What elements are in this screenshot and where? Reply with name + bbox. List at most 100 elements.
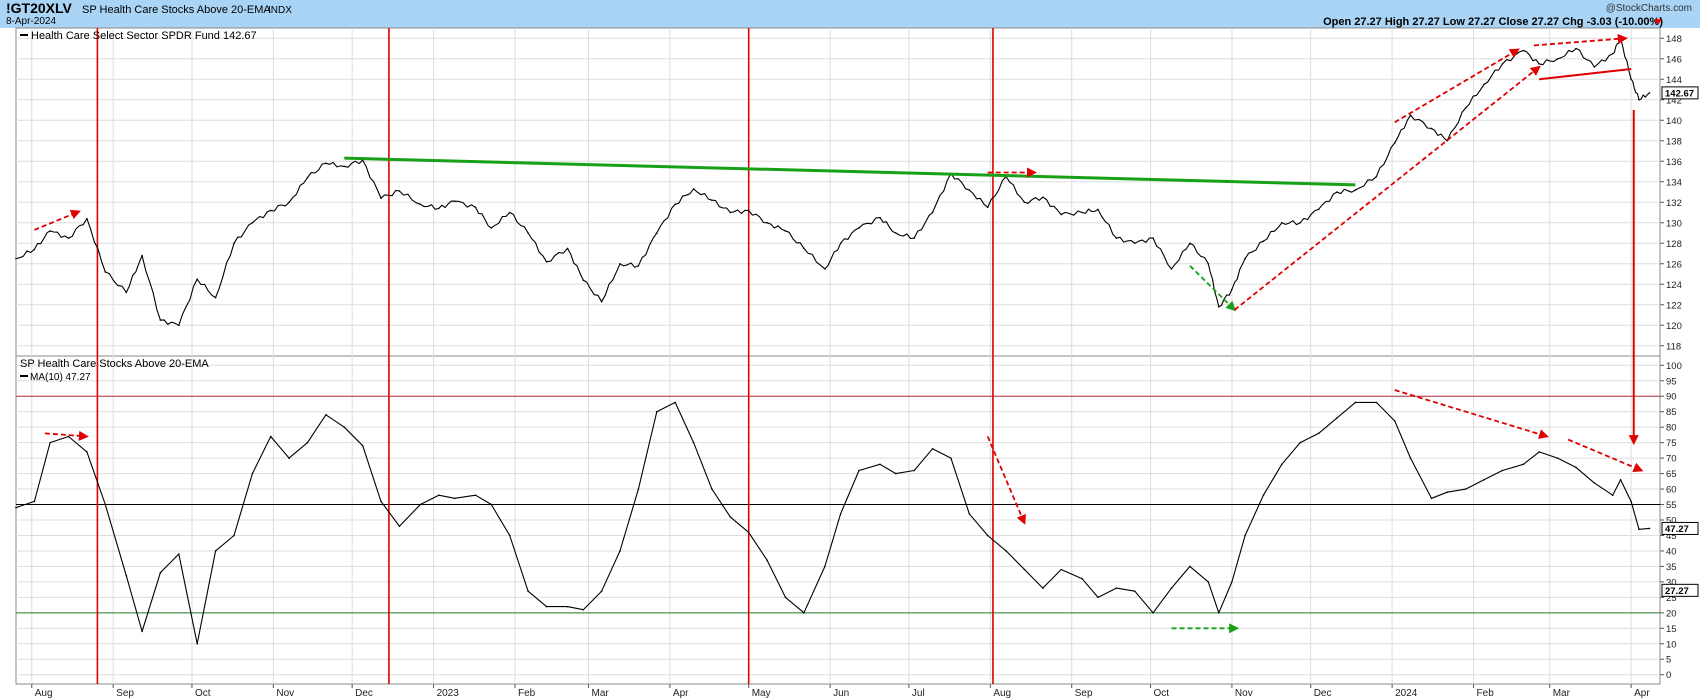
ma-data-point <box>674 401 676 404</box>
chart-symbol: !GT20XLV <box>6 0 73 16</box>
price-data-point <box>824 268 826 270</box>
y-tick-label: 65 <box>1666 469 1677 480</box>
ma-data-point <box>582 608 585 611</box>
price-data-point <box>1133 242 1136 245</box>
ma-data-point <box>1575 466 1577 469</box>
ma-data-point <box>600 590 603 592</box>
x-tick-label: Apr <box>1634 688 1650 699</box>
price-data-point <box>1354 189 1357 191</box>
y-tick-label: 138 <box>1666 136 1682 147</box>
x-tick-label: Mar <box>1553 688 1571 699</box>
y-tick-label: 136 <box>1666 157 1682 168</box>
price-data-point <box>1522 49 1525 52</box>
y-tick-label: 95 <box>1666 376 1677 387</box>
ma-data-point <box>438 494 440 497</box>
ma-data-point <box>1081 577 1084 580</box>
price-data-point <box>343 165 346 168</box>
y-tick-label: 130 <box>1666 218 1682 229</box>
ma-data-point <box>233 534 235 537</box>
x-tick-label: Dec <box>355 688 373 699</box>
price-data-point <box>1593 66 1596 68</box>
price-data-point <box>1115 237 1118 239</box>
price-data-point <box>803 247 805 250</box>
price-data-point <box>711 199 713 201</box>
price-data-point <box>1189 242 1191 245</box>
price-data-point <box>1375 175 1378 178</box>
price-data-point <box>508 211 511 214</box>
price-data-point <box>1538 63 1540 65</box>
price-data-point <box>1281 221 1283 224</box>
x-tick-label: Jun <box>833 688 849 699</box>
value-label-text: 47.27 <box>1665 524 1689 535</box>
annotations <box>34 33 1644 634</box>
ma-data-point <box>1638 528 1640 531</box>
ma-data-point <box>1097 596 1099 599</box>
y-tick-label: 60 <box>1666 485 1677 496</box>
ma-data-point <box>1207 581 1210 583</box>
ma-legend: MA(10) 47.27 <box>30 372 91 383</box>
price-data-point <box>1217 306 1220 308</box>
ma-data-point <box>1593 482 1596 484</box>
price-data-point <box>1630 78 1632 81</box>
price-data-point <box>33 248 36 251</box>
price-data-point <box>325 162 327 165</box>
y-tick-label: 132 <box>1666 198 1682 209</box>
ma-data-point <box>692 441 695 444</box>
watermark: @StockCharts.com <box>1606 3 1692 14</box>
price-data-point <box>1299 221 1302 224</box>
price-data-point <box>747 209 750 212</box>
price-data-point <box>67 237 70 239</box>
price-data-point <box>490 227 493 229</box>
price-data-point <box>858 227 860 229</box>
price-data-point <box>1231 288 1233 291</box>
ma-data-point <box>398 525 401 527</box>
y-tick-label: 80 <box>1666 423 1677 434</box>
ma-data-point <box>839 513 842 515</box>
ma-data-point <box>453 497 456 500</box>
ma-data-point <box>1060 568 1063 571</box>
y-tick-label: 122 <box>1666 300 1682 311</box>
ma-data-point <box>1464 488 1467 490</box>
x-tick-label: Sep <box>116 688 134 699</box>
ma-data-point <box>729 516 732 518</box>
y-tick-label: 120 <box>1666 321 1682 332</box>
price-data-point <box>894 232 897 234</box>
price-panel-legend: Health Care Select Sector SPDR Fund 142.… <box>31 30 257 42</box>
ma-data-point <box>1231 581 1233 583</box>
ma-data-point <box>1556 457 1559 459</box>
ma-data-point <box>803 612 805 614</box>
y-tick-label: 75 <box>1666 438 1677 449</box>
red-dashed-arrow <box>1394 389 1549 439</box>
ma-data-point <box>196 642 199 645</box>
ma-data-point <box>15 506 17 509</box>
price-data-point <box>1060 213 1063 216</box>
green-trendline <box>344 156 1356 187</box>
ma-data-point <box>214 550 217 552</box>
ma-data-point <box>1483 478 1485 481</box>
ma-data-point <box>1262 494 1265 497</box>
ma-data-point <box>711 488 713 490</box>
x-tick-label: Feb <box>518 688 536 699</box>
ma-data-point <box>306 441 309 444</box>
ma-data-point <box>1538 451 1540 453</box>
ma-data-point <box>1611 494 1614 497</box>
price-data-point <box>1575 47 1577 50</box>
ma-data-point <box>527 590 529 592</box>
x-tick-label: 2024 <box>1395 688 1418 699</box>
price-data-point <box>582 279 585 281</box>
ma-data-point <box>766 559 768 562</box>
x-tick-label: Feb <box>1477 688 1495 699</box>
chart-title: SP Health Care Stocks Above 20-EMA <box>82 4 271 16</box>
price-data-point <box>159 319 162 321</box>
ma-data-point <box>950 457 952 459</box>
y-tick-label: 140 <box>1666 116 1682 127</box>
y-tick-label: 148 <box>1666 34 1682 45</box>
y-tick-label: 85 <box>1666 407 1677 418</box>
y-tick-label: 124 <box>1666 280 1682 291</box>
y-tick-label: 126 <box>1666 259 1682 270</box>
x-tick-label: Oct <box>1154 688 1170 699</box>
value-label: 142.67 <box>1661 86 1699 100</box>
price-data-point <box>655 232 658 234</box>
ma-data-point <box>141 630 143 633</box>
price-data-point <box>1638 98 1640 101</box>
